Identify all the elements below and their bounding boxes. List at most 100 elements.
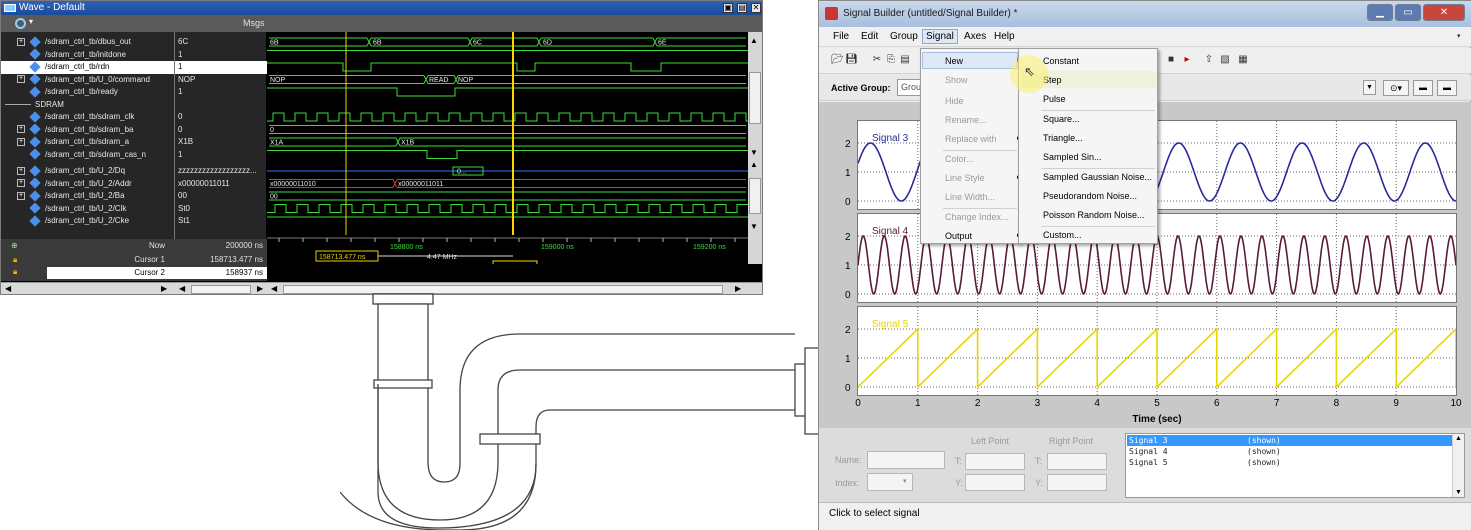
signal-row[interactable]: + /sdram_ctrl_tb/dbus_out [1,36,174,49]
menu-help[interactable]: Help [994,31,1015,42]
expand-icon[interactable]: + [17,75,25,84]
signal-row[interactable]: /sdram_ctrl_tb/rdn [1,61,174,74]
name-field[interactable] [867,451,945,469]
cut-icon[interactable]: ✂ [871,54,883,66]
dock-icon[interactable]: ▣ [723,3,733,13]
menu-expand-icon[interactable]: ▾ [1457,32,1461,40]
signal-row[interactable]: /sdram_ctrl_tb/U_2/Clk [1,202,174,216]
waveform-pane[interactable]: 6B 6B 6C 6D 6E NOP READ NOP 0 X1A X1B 0... x00000011… [267,32,748,264]
list-scrollbar[interactable]: ▲ ▼ [1452,434,1464,497]
index-select[interactable]: ▾ [867,473,913,491]
left-t-field[interactable] [965,453,1025,470]
signal-row[interactable]: /sdram_ctrl_tb/U_2/Cke [1,215,174,228]
menu-file[interactable]: File [833,31,849,42]
expand-icon[interactable]: + [17,191,25,200]
signal-name: /sdram_ctrl_tb/rdn [45,62,110,71]
x-tick-label: 0 [855,398,861,409]
signal-row[interactable]: + /sdram_ctrl_tb/U_2/Addr [1,177,174,191]
signal-row[interactable]: + /sdram_ctrl_tb/U_0/command [1,73,174,87]
bus-value-label: 6B [270,40,279,47]
right-t-label: T: [1035,456,1043,466]
signal-group-header[interactable]: SDRAM [1,99,174,112]
right-t-field[interactable] [1047,453,1107,470]
cursor-row-1[interactable]: Cursor 1 158713.477 ns [1,254,267,266]
menu-signal[interactable]: Signal [922,29,958,44]
signal-icon [29,48,41,61]
layout-icon[interactable]: ▬ [1437,80,1457,96]
close-window-icon[interactable]: ✕ [1423,4,1465,21]
menu-edit[interactable]: Edit [861,31,878,42]
signal-row[interactable]: + /sdram_ctrl_tb/sdram_a [1,136,174,149]
wave-vertical-scrollbar[interactable]: ▲ ▼ ▲ ▼ [748,32,762,264]
scope-icon[interactable]: ▧ [1219,54,1231,66]
left-y-field[interactable] [965,474,1025,491]
copy-icon[interactable]: ⎘ [885,54,897,66]
cursor-row-now: Now 200000 ns [148,241,263,250]
open-icon[interactable]: 📂︎ [831,54,844,66]
expand-icon[interactable]: + [17,125,25,134]
signal-name: /sdram_ctrl_tb/dbus_out [45,37,131,46]
wave-title: Wave - Default [19,2,85,13]
menu-item-output[interactable]: Output▸ [945,231,1021,241]
y-tick-label: 2 [845,325,851,336]
active-group-dropdown[interactable]: ▼ [1363,80,1376,95]
submenu-pulse[interactable]: Pulse [1043,94,1066,104]
y-tick-label: 2 [845,139,851,150]
signal-value: 00 [178,191,187,200]
bus-value-label: X1A [270,140,284,147]
signal-row[interactable]: /sdram_ctrl_tb/ready [1,86,174,99]
submenu-custom[interactable]: Custom... [1043,230,1082,240]
submenu-sampled-sin[interactable]: Sampled Sin... [1043,152,1102,162]
submenu-pseudorandom-noise[interactable]: Pseudorandom Noise... [1043,191,1137,201]
help-icon[interactable]: ▦ [1237,54,1249,66]
signal-row[interactable]: /sdram_ctrl_tb/sdram_cas_n [1,148,174,162]
maximize-icon[interactable]: ▭ [1395,4,1421,21]
signal-list-item[interactable]: Signal 3 (shown) [1127,435,1452,446]
menu-axes[interactable]: Axes [964,31,986,42]
paste-icon[interactable]: ▤ [899,54,911,66]
expand-icon[interactable]: + [17,179,25,188]
signal-name: /sdram_ctrl_tb/U_2/Ba [45,191,125,200]
x-tick-label: 5 [1154,398,1160,409]
signal-row[interactable]: + /sdram_ctrl_tb/sdram_ba [1,123,174,137]
submenu-constant[interactable]: Constant [1043,56,1079,66]
menu-item-new[interactable]: New▸ [945,56,1021,66]
minimize-icon[interactable]: ▁ [1367,4,1393,21]
signal-name: /sdram_ctrl_tb/sdram_ba [45,124,134,134]
cursor-row-2[interactable]: Cursor 2 158937 ns [47,267,267,279]
signal-row[interactable]: + /sdram_ctrl_tb/U_2/Dq [1,165,174,178]
signal-icon [29,73,41,86]
signal-row[interactable]: /sdram_ctrl_tb/initdone [1,48,174,62]
msgs-header: Msgs [243,18,265,28]
submenu-poisson-noise[interactable]: Poisson Random Noise... [1043,210,1145,220]
signal-row[interactable]: /sdram_ctrl_tb/sdram_clk [1,111,174,124]
lock-icon[interactable]: 🔒︎ [13,267,17,277]
up-icon[interactable]: ⇧ [1203,54,1215,66]
menu-item-rename: Rename... [945,115,987,125]
zoom-dropdown-icon[interactable]: ⊙▾ [1383,80,1409,96]
bus-value-label: NOP [458,77,474,84]
submenu-square[interactable]: Square... [1043,114,1080,124]
expand-icon[interactable]: + [17,37,25,46]
close-icon[interactable]: ✕ [751,3,761,13]
signal-list[interactable]: Signal 3 (shown) Signal 4 (shown) Signal 5… [1125,433,1465,498]
signal-row[interactable]: + /sdram_ctrl_tb/U_2/Ba [1,190,174,203]
expand-icon[interactable]: + [17,137,25,146]
stop-icon[interactable]: ■ [1165,54,1177,66]
wave-search-icon[interactable] [15,18,26,29]
bus-value-label: 6B [373,40,382,47]
axes-signal-5[interactable]: Signal 5 [857,306,1457,396]
record-icon[interactable]: ▸ [1181,54,1193,66]
zoom-icon[interactable]: ▤ [737,3,747,13]
signal-list-item[interactable]: Signal 4 (shown) [1127,446,1452,457]
save-icon[interactable]: 💾︎ [845,54,858,66]
menu-group[interactable]: Group [890,31,918,42]
submenu-gaussian-noise[interactable]: Sampled Gaussian Noise... [1043,172,1152,182]
expand-icon[interactable]: + [17,166,25,175]
layout-icon[interactable]: ▬ [1413,80,1433,96]
index-label: Index: [835,478,860,488]
signal-list-item[interactable]: Signal 5 (shown) [1127,457,1452,468]
wave-dropdown-icon[interactable]: ▾ [29,17,33,26]
right-y-field[interactable] [1047,474,1107,491]
submenu-triangle[interactable]: Triangle... [1043,133,1083,143]
